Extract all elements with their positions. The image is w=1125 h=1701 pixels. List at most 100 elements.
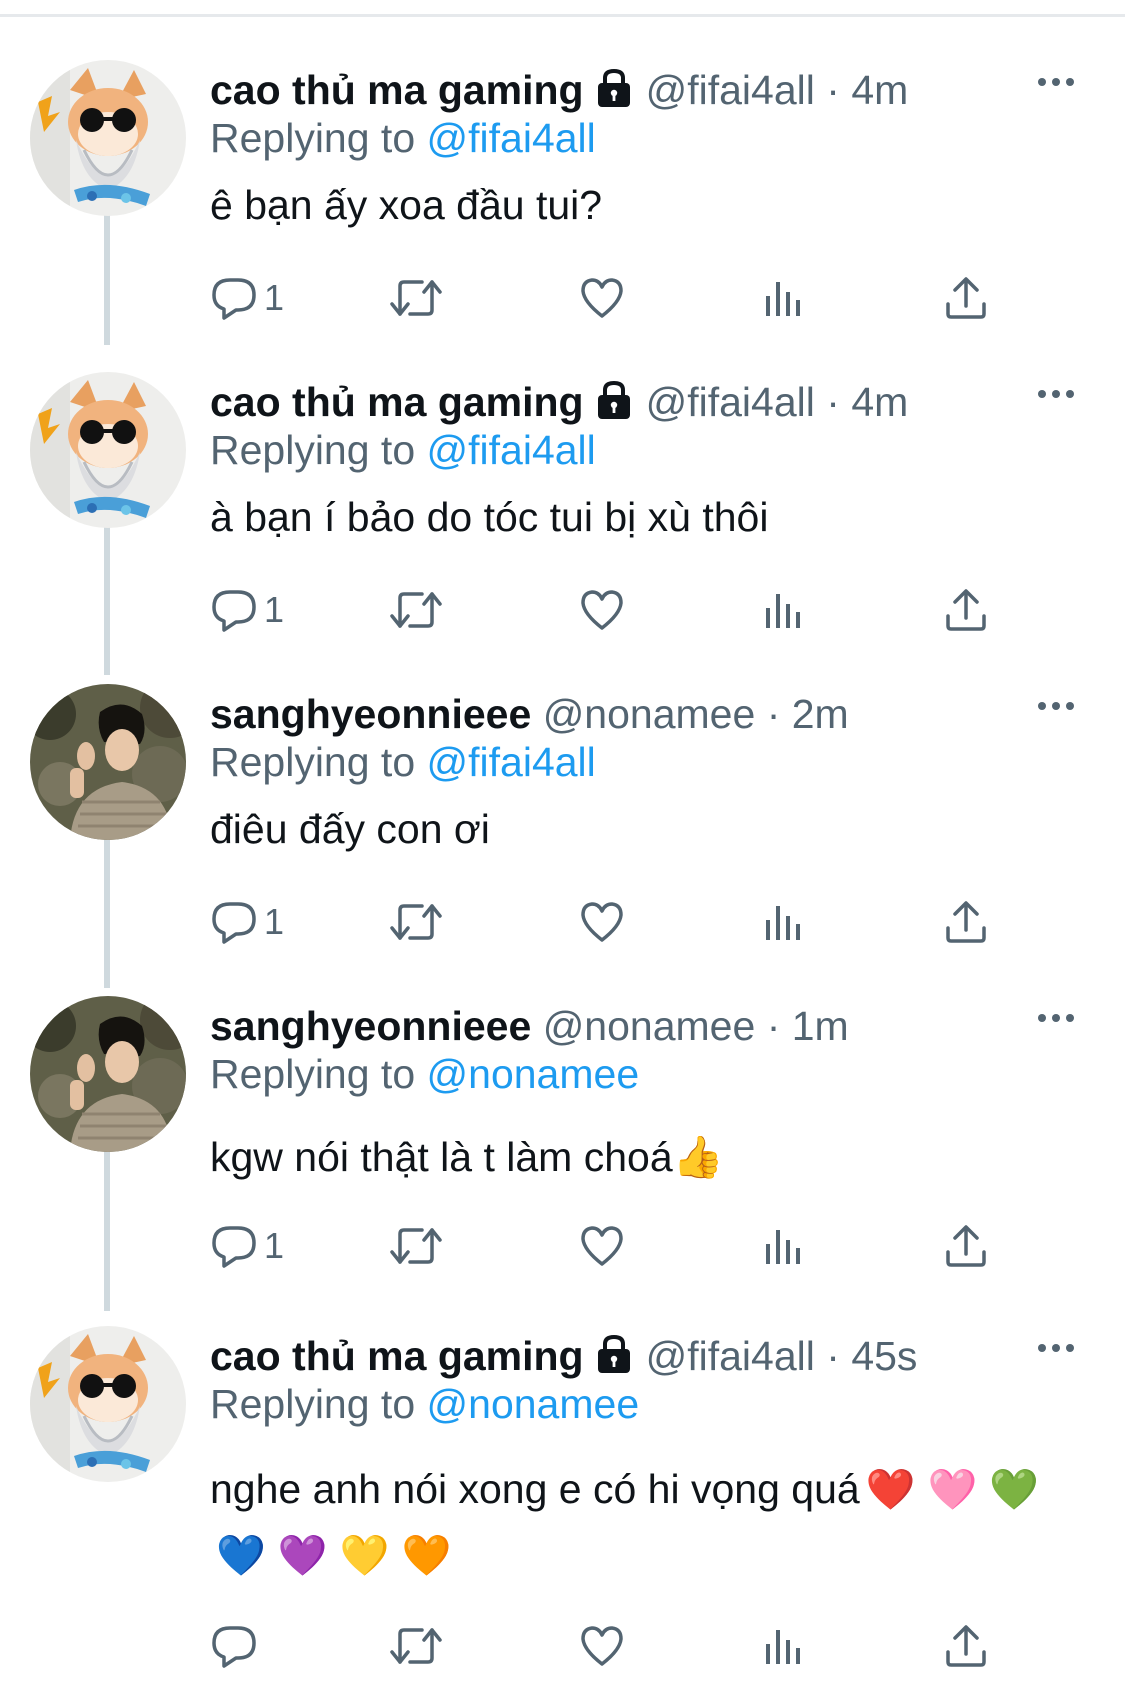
timestamp[interactable]: 1m xyxy=(792,1003,849,1049)
reply-icon xyxy=(210,1222,258,1270)
user-handle[interactable]: @nonamee xyxy=(543,1003,756,1049)
reply-button[interactable]: 1 xyxy=(210,1218,284,1274)
replying-label: Replying to xyxy=(210,427,416,473)
timestamp[interactable]: 4m xyxy=(851,67,908,113)
avatar[interactable] xyxy=(30,996,186,1152)
reply-button[interactable]: 1 xyxy=(210,270,284,326)
thread-connector xyxy=(104,838,110,988)
replying-label: Replying to xyxy=(210,739,416,785)
action-bar: 1 xyxy=(210,270,1010,326)
display-name[interactable]: cao thủ ma gaming xyxy=(210,379,584,425)
reply-icon xyxy=(210,1622,258,1670)
like-button[interactable] xyxy=(578,270,626,326)
timestamp[interactable]: 45s xyxy=(851,1333,917,1379)
thumbs-up-emoji: 👍 xyxy=(672,1134,724,1180)
mention-link[interactable]: @fifai4all xyxy=(427,427,596,473)
share-button[interactable] xyxy=(942,1618,990,1674)
mention-link[interactable]: @fifai4all xyxy=(427,115,596,161)
retweet-button[interactable] xyxy=(388,894,444,950)
replying-to: Replying to @fifai4all xyxy=(210,426,596,474)
avatar[interactable] xyxy=(30,684,186,840)
views-icon xyxy=(760,1222,808,1270)
tweet-text: kgw nói thật là t làm choá👍 xyxy=(210,1124,1090,1190)
thread-connector xyxy=(104,1149,110,1311)
views-icon xyxy=(760,586,808,634)
thread-connector xyxy=(104,525,110,675)
mention-link[interactable]: @nonamee xyxy=(427,1051,640,1097)
share-icon xyxy=(942,898,990,946)
tweet-header: cao thủ ma gaming @fifai4all · 4m xyxy=(210,66,908,118)
action-bar xyxy=(210,1618,1010,1674)
views-button[interactable] xyxy=(760,270,808,326)
views-button[interactable] xyxy=(760,582,808,638)
share-icon xyxy=(942,1622,990,1670)
timestamp[interactable]: 2m xyxy=(792,691,849,737)
views-button[interactable] xyxy=(760,894,808,950)
retweet-icon xyxy=(388,1622,444,1670)
views-icon xyxy=(760,898,808,946)
reply-button[interactable]: 1 xyxy=(210,894,284,950)
user-handle[interactable]: @fifai4all xyxy=(646,1333,815,1379)
heart-icon xyxy=(578,1622,626,1670)
replying-label: Replying to xyxy=(210,1051,416,1097)
retweet-button[interactable] xyxy=(388,270,444,326)
views-button[interactable] xyxy=(760,1618,808,1674)
display-name[interactable]: sanghyeonnieee xyxy=(210,691,531,737)
retweet-icon xyxy=(388,1222,444,1270)
orange-heart-emoji: 🧡 xyxy=(401,1534,452,1578)
like-button[interactable] xyxy=(578,1218,626,1274)
reply-icon xyxy=(210,898,258,946)
like-button[interactable] xyxy=(578,1618,626,1674)
timestamp[interactable]: 4m xyxy=(851,379,908,425)
more-options-icon[interactable] xyxy=(1038,74,1084,94)
pink-heart-emoji: 🩷 xyxy=(927,1468,978,1512)
share-icon xyxy=(942,274,990,322)
tweet-header: sanghyeonnieee @nonamee · 2m xyxy=(210,690,849,738)
share-icon xyxy=(942,586,990,634)
tweet-text-content: nghe anh nói xong e có hi vọng quá xyxy=(210,1466,860,1512)
person-avatar-image xyxy=(30,996,186,1152)
more-options-icon[interactable] xyxy=(1038,698,1084,718)
share-button[interactable] xyxy=(942,582,990,638)
retweet-button[interactable] xyxy=(388,1618,444,1674)
views-button[interactable] xyxy=(760,1218,808,1274)
retweet-button[interactable] xyxy=(388,1218,444,1274)
more-options-icon[interactable] xyxy=(1038,1340,1084,1360)
heart-icon xyxy=(578,898,626,946)
display-name[interactable]: cao thủ ma gaming xyxy=(210,1333,584,1379)
share-button[interactable] xyxy=(942,1218,990,1274)
retweet-icon xyxy=(388,586,444,634)
mention-link[interactable]: @nonamee xyxy=(427,1381,640,1427)
reply-button[interactable]: 1 xyxy=(210,582,284,638)
user-handle[interactable]: @fifai4all xyxy=(646,379,815,425)
share-button[interactable] xyxy=(942,894,990,950)
display-name[interactable]: cao thủ ma gaming xyxy=(210,67,584,113)
green-heart-emoji: 💚 xyxy=(989,1468,1040,1512)
avatar[interactable] xyxy=(30,60,186,216)
tweet-header: cao thủ ma gaming @fifai4all · 45s xyxy=(210,1332,917,1384)
action-bar: 1 xyxy=(210,894,1010,950)
retweet-button[interactable] xyxy=(388,582,444,638)
more-options-icon[interactable] xyxy=(1038,1010,1084,1030)
share-button[interactable] xyxy=(942,270,990,326)
lock-icon xyxy=(594,1334,634,1384)
cat-avatar-image xyxy=(30,60,186,216)
reply-count: 1 xyxy=(264,277,285,318)
lock-icon xyxy=(594,380,634,430)
separator-dot: · xyxy=(826,379,840,425)
purple-heart-emoji: 💜 xyxy=(277,1534,328,1578)
thread-connector xyxy=(104,200,110,345)
user-handle[interactable]: @fifai4all xyxy=(646,67,815,113)
more-options-icon[interactable] xyxy=(1038,386,1084,406)
avatar[interactable] xyxy=(30,1326,186,1482)
like-button[interactable] xyxy=(578,582,626,638)
mention-link[interactable]: @fifai4all xyxy=(427,739,596,785)
lock-icon xyxy=(594,68,634,118)
display-name[interactable]: sanghyeonnieee xyxy=(210,1003,531,1049)
reply-button[interactable] xyxy=(210,1618,264,1674)
like-button[interactable] xyxy=(578,894,626,950)
cat-avatar-image xyxy=(30,1326,186,1482)
user-handle[interactable]: @nonamee xyxy=(543,691,756,737)
reply-count: 1 xyxy=(264,901,285,942)
avatar[interactable] xyxy=(30,372,186,528)
